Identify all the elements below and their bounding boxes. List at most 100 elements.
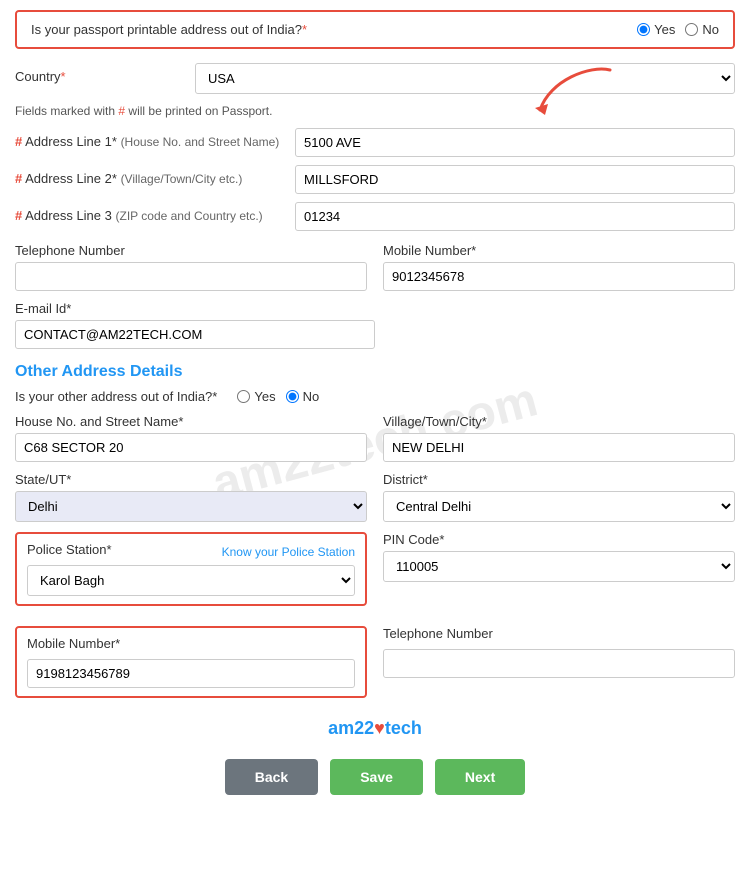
save-button[interactable]: Save bbox=[330, 759, 423, 795]
mobile-other-input[interactable] bbox=[27, 659, 355, 688]
telephone-col: Telephone Number bbox=[15, 243, 367, 291]
email-required: * bbox=[66, 301, 71, 316]
telephone-label: Telephone Number bbox=[15, 243, 367, 258]
telephone-input[interactable] bbox=[15, 262, 367, 291]
fields-note: Fields marked with # will be printed on … bbox=[15, 104, 735, 118]
country-required-star: * bbox=[61, 69, 66, 84]
village-town-required: * bbox=[482, 414, 487, 429]
police-pin-row: Police Station* Know your Police Station… bbox=[15, 532, 735, 616]
state-label-text: State/UT bbox=[15, 472, 66, 487]
house-street-label: House No. and Street Name* bbox=[15, 414, 367, 429]
pin-code-required: * bbox=[439, 532, 444, 547]
mobile-other-required: * bbox=[115, 636, 120, 651]
other-address-yes-radio[interactable] bbox=[237, 390, 250, 403]
brand-name: am22 bbox=[328, 718, 374, 738]
other-address-radio-group: Yes No bbox=[237, 389, 319, 404]
house-street-label-text: House No. and Street Name bbox=[15, 414, 178, 429]
telephone-other-label: Telephone Number bbox=[383, 626, 735, 641]
mobile-other-col: Mobile Number* bbox=[15, 626, 367, 708]
hash-symbol: # bbox=[118, 104, 125, 118]
email-input[interactable] bbox=[15, 320, 375, 349]
address-line2-label-text: Address Line 2 bbox=[25, 171, 112, 186]
district-select[interactable]: Central Delhi North Delhi South Delhi Ea… bbox=[383, 491, 735, 522]
state-required: * bbox=[66, 472, 71, 487]
branding-text: am22♥tech bbox=[15, 718, 735, 739]
mobile-other-label-text: Mobile Number bbox=[27, 636, 115, 651]
village-town-col: Village/Town/City* bbox=[383, 414, 735, 462]
passport-question-text: Is your passport printable address out o… bbox=[31, 22, 302, 37]
police-station-highlight: Police Station* Know your Police Station… bbox=[15, 532, 367, 606]
know-police-station-link[interactable]: Know your Police Station bbox=[222, 545, 355, 559]
address-line1-label: # Address Line 1* (House No. and Street … bbox=[15, 128, 295, 149]
house-street-required: * bbox=[178, 414, 183, 429]
other-address-no-label[interactable]: No bbox=[286, 389, 320, 404]
mobile-telephone-other-row: Mobile Number* Telephone Number bbox=[15, 626, 735, 708]
passport-yes-radio[interactable] bbox=[637, 23, 650, 36]
other-address-yes-text: Yes bbox=[254, 389, 275, 404]
police-station-header: Police Station* Know your Police Station bbox=[27, 542, 355, 561]
other-address-no-radio[interactable] bbox=[286, 390, 299, 403]
mobile-primary-required: * bbox=[471, 243, 476, 258]
mobile-primary-input[interactable] bbox=[383, 262, 735, 291]
email-row: E-mail Id* bbox=[15, 301, 735, 349]
passport-no-label[interactable]: No bbox=[685, 22, 719, 37]
other-address-question-row: Is your other address out of India?* Yes… bbox=[15, 389, 735, 404]
police-station-select[interactable]: Karol Bagh Connaught Place Paharganj Sad… bbox=[27, 565, 355, 596]
district-required: * bbox=[423, 472, 428, 487]
brand-tech: tech bbox=[385, 718, 422, 738]
passport-question-label: Is your passport printable address out o… bbox=[31, 22, 307, 37]
district-label-text: District bbox=[383, 472, 423, 487]
pin-code-label-text: PIN Code bbox=[383, 532, 439, 547]
passport-yes-text: Yes bbox=[654, 22, 675, 37]
district-label: District* bbox=[383, 472, 735, 487]
address-line2-row: # Address Line 2* (Village/Town/City etc… bbox=[15, 165, 735, 194]
other-address-question-label: Is your other address out of India?* bbox=[15, 389, 217, 404]
address-line1-input-col bbox=[295, 128, 735, 157]
address-line3-input-col bbox=[295, 202, 735, 231]
other-address-question-text: Is your other address out of India? bbox=[15, 389, 212, 404]
police-station-required: * bbox=[107, 542, 112, 557]
pin-code-col: PIN Code* 110005 110001 110002 110003 bbox=[383, 532, 735, 616]
passport-question-box: Is your passport printable address out o… bbox=[15, 10, 735, 49]
next-button[interactable]: Next bbox=[435, 759, 525, 795]
address-line1-label-text: Address Line 1 bbox=[25, 134, 112, 149]
other-address-no-text: No bbox=[303, 389, 320, 404]
passport-no-text: No bbox=[702, 22, 719, 37]
police-station-col: Police Station* Know your Police Station… bbox=[15, 532, 367, 616]
other-address-title: Other Address Details bbox=[15, 363, 735, 381]
email-label-text: E-mail Id bbox=[15, 301, 66, 316]
police-station-label-text: Police Station bbox=[27, 542, 107, 557]
address-line3-hash: # bbox=[15, 208, 22, 223]
mobile-other-highlight: Mobile Number* bbox=[15, 626, 367, 698]
house-street-input[interactable] bbox=[15, 433, 367, 462]
country-input-col: USA India UK Canada Australia bbox=[195, 63, 735, 94]
phone-row: Telephone Number Mobile Number* bbox=[15, 243, 735, 291]
state-label: State/UT* bbox=[15, 472, 367, 487]
country-select[interactable]: USA India UK Canada Australia bbox=[195, 63, 735, 94]
telephone-other-input[interactable] bbox=[383, 649, 735, 678]
address-line3-label: # Address Line 3 (ZIP code and Country e… bbox=[15, 202, 295, 223]
footer-buttons: Back Save Next bbox=[15, 759, 735, 805]
village-town-input[interactable] bbox=[383, 433, 735, 462]
address-line2-input[interactable] bbox=[295, 165, 735, 194]
other-address-yes-label[interactable]: Yes bbox=[237, 389, 275, 404]
address-line1-sub: (House No. and Street Name) bbox=[121, 135, 280, 149]
country-label: Country* bbox=[15, 63, 195, 84]
passport-radio-group: Yes No bbox=[637, 22, 719, 37]
country-row: Country* USA India UK Canada Australia bbox=[15, 63, 735, 94]
passport-yes-label[interactable]: Yes bbox=[637, 22, 675, 37]
mobile-primary-label: Mobile Number* bbox=[383, 243, 735, 258]
address-line2-input-col bbox=[295, 165, 735, 194]
pin-code-select[interactable]: 110005 110001 110002 110003 bbox=[383, 551, 735, 582]
address-line1-input[interactable] bbox=[295, 128, 735, 157]
pin-code-label: PIN Code* bbox=[383, 532, 735, 547]
state-select[interactable]: Delhi Maharashtra Karnataka Tamil Nadu U… bbox=[15, 491, 367, 522]
address-line3-sub: (ZIP code and Country etc.) bbox=[116, 209, 263, 223]
mobile-other-label: Mobile Number* bbox=[27, 636, 355, 651]
address-line3-input[interactable] bbox=[295, 202, 735, 231]
address-line3-label-text: Address Line 3 bbox=[25, 208, 112, 223]
passport-no-radio[interactable] bbox=[685, 23, 698, 36]
back-button[interactable]: Back bbox=[225, 759, 318, 795]
house-village-row: House No. and Street Name* Village/Town/… bbox=[15, 414, 735, 462]
mobile-primary-col: Mobile Number* bbox=[383, 243, 735, 291]
